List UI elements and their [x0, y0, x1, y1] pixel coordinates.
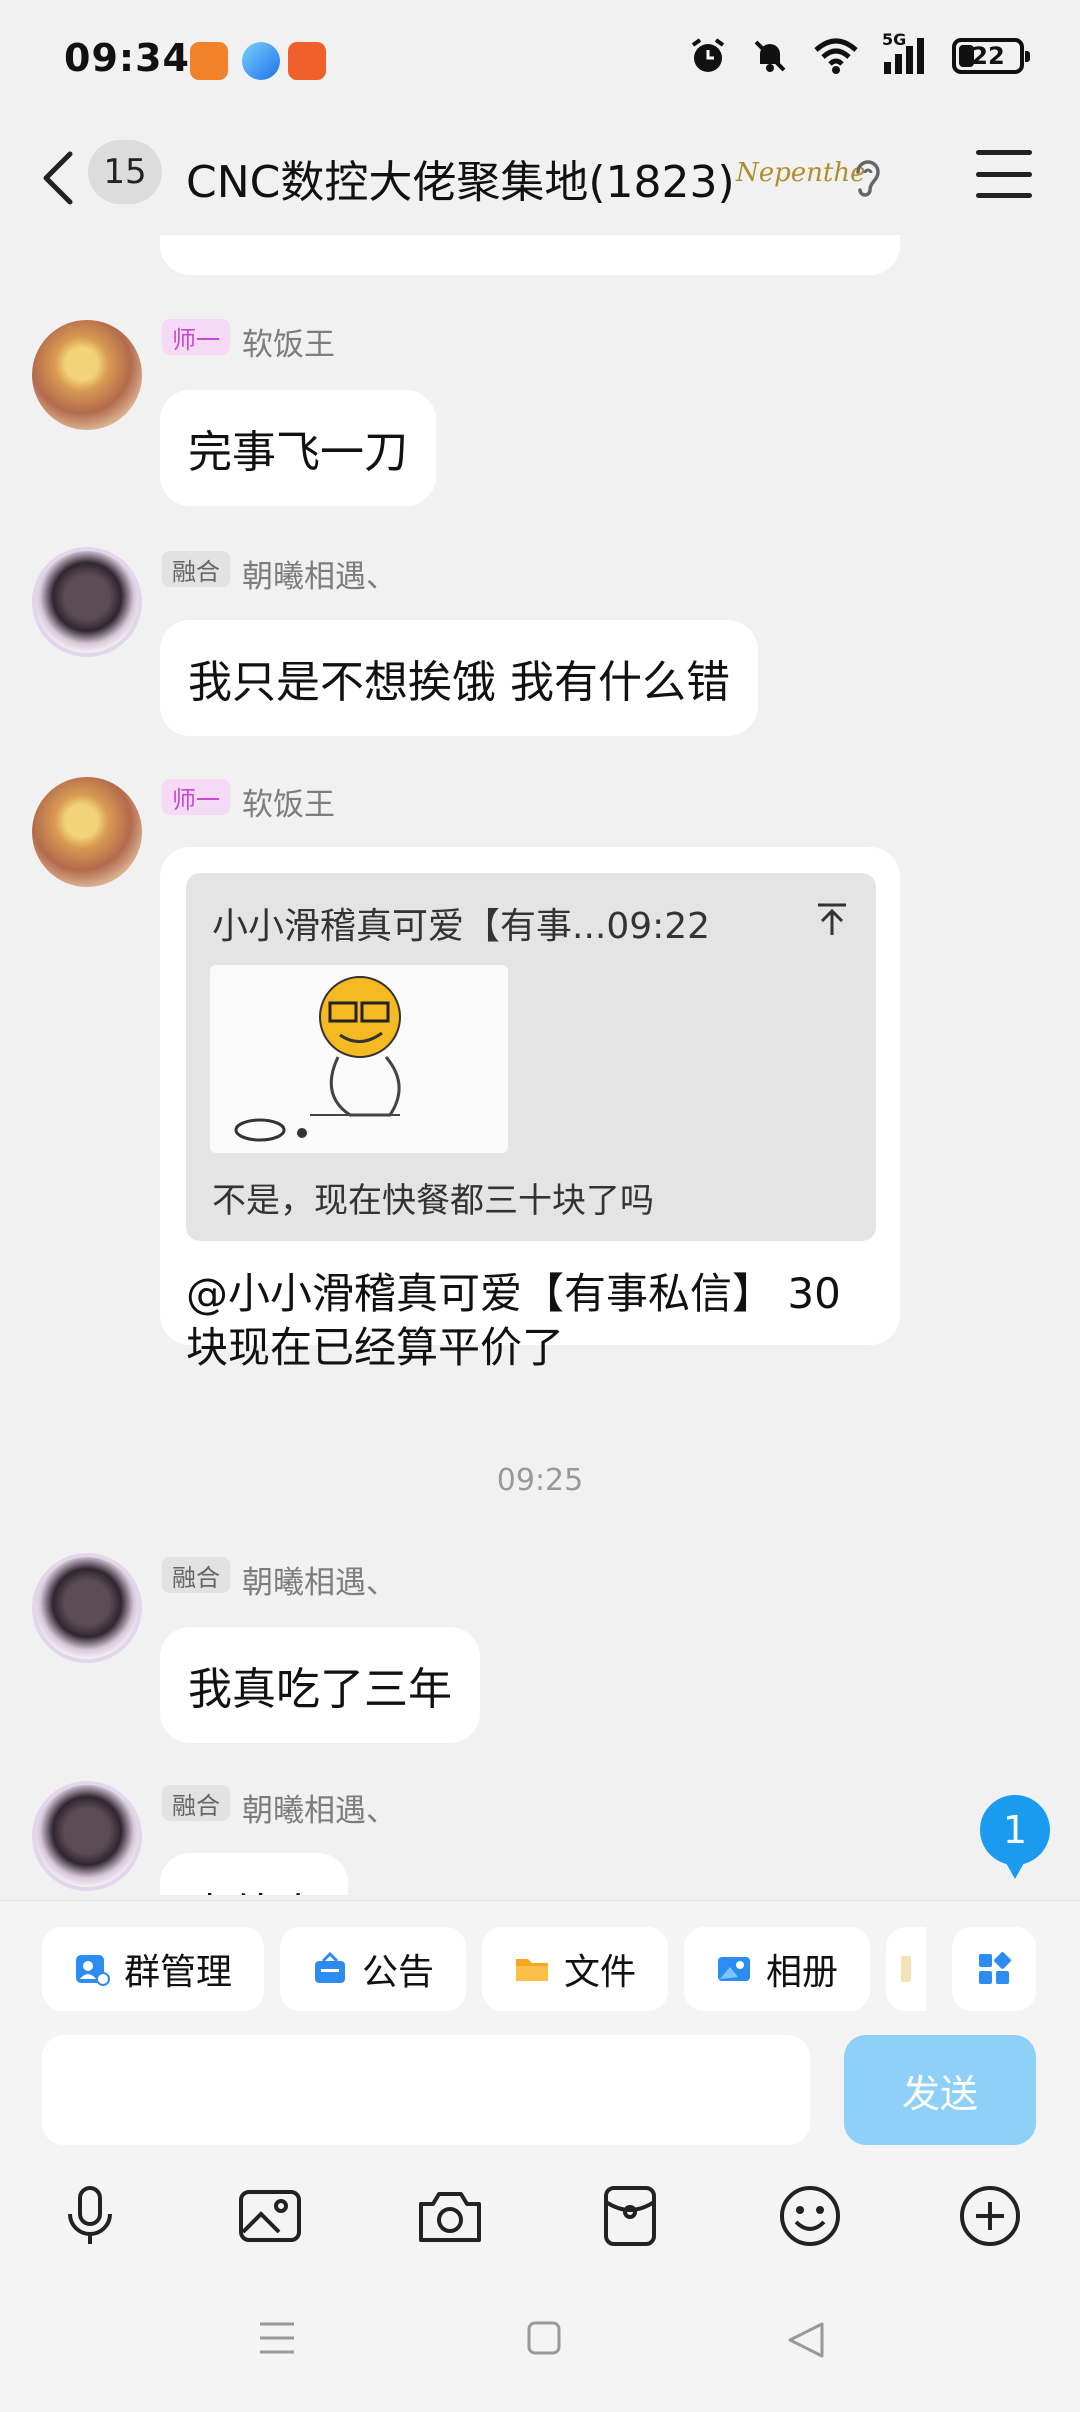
microphone-icon: [68, 2186, 112, 2244]
notification-app-icon: [242, 42, 280, 80]
notice-icon: [314, 1951, 345, 1983]
image-button[interactable]: [232, 2178, 308, 2254]
new-message-badge[interactable]: 1: [980, 1795, 1050, 1879]
partial-tool-icon: [901, 1956, 911, 1982]
image-icon: [239, 2190, 301, 2242]
status-bar: 09:34 5G 22: [0, 0, 1080, 120]
group-manage-label: 群管理: [123, 1952, 232, 1993]
mute-icon: [754, 40, 786, 72]
member-title-badge: 融合: [162, 1785, 230, 1821]
avatar[interactable]: [32, 320, 142, 430]
member-title-badge: 师一: [162, 319, 230, 355]
back-icon[interactable]: [38, 150, 78, 206]
apps-grid-icon: [979, 1952, 1011, 1984]
message-bubble[interactable]: 点外卖: [160, 1853, 348, 1895]
folder-icon: [515, 1959, 548, 1981]
camera-icon: [419, 2192, 481, 2242]
sender-name[interactable]: 朝曦相遇、: [242, 1785, 397, 1830]
member-title-badge: 师一: [162, 779, 230, 815]
sender-name[interactable]: 软饭王: [242, 779, 335, 824]
jump-to-original-icon[interactable]: [814, 901, 850, 937]
avatar[interactable]: [32, 547, 142, 657]
wifi-icon: [814, 38, 858, 74]
input-actions: [0, 2160, 1080, 2280]
album-button[interactable]: 相册: [684, 1927, 870, 2011]
message-bubble[interactable]: 我只是不想挨饿 我有什么错: [160, 620, 758, 736]
back-nav-icon[interactable]: [786, 2320, 826, 2360]
red-packet-icon: [604, 2186, 656, 2246]
quoted-sticker-image[interactable]: [210, 965, 508, 1153]
sender-name[interactable]: 朝曦相遇、: [242, 551, 397, 596]
composer: 发送: [0, 2035, 1080, 2160]
avatar[interactable]: [32, 1553, 142, 1663]
menu-icon[interactable]: [976, 150, 1032, 198]
message-text-line: 块现在已经算平价了: [186, 1323, 565, 1372]
message-list[interactable]: 师一 软饭王 完事飞一刀 融合 朝曦相遇、 我只是不想挨饿 我有什么错 师一 软…: [0, 235, 1080, 1895]
alarm-icon: [691, 38, 725, 72]
album-label: 相册: [765, 1952, 838, 1993]
group-toolbar: 群管理 公告 文件 相册: [0, 1900, 1080, 2035]
apps-button[interactable]: [952, 1927, 1036, 2011]
send-button[interactable]: 发送: [844, 2035, 1036, 2145]
plus-icon: [960, 2186, 1020, 2246]
battery-level: 22: [971, 42, 1005, 70]
sender-name[interactable]: 软饭王: [242, 319, 335, 364]
red-packet-button[interactable]: [592, 2178, 668, 2254]
unread-count-badge[interactable]: 15: [88, 140, 162, 204]
clock: 09:34: [64, 36, 190, 80]
notice-label: 公告: [361, 1952, 434, 1993]
recent-apps-icon[interactable]: [258, 2320, 296, 2356]
sender-name[interactable]: 朝曦相遇、: [242, 1557, 397, 1602]
group-manage-button[interactable]: 群管理: [42, 1927, 264, 2011]
home-icon[interactable]: [526, 2320, 562, 2356]
message-bubble-partial: [160, 235, 900, 275]
voice-button[interactable]: [52, 2178, 128, 2254]
member-title-badge: 融合: [162, 1557, 230, 1593]
message-bubble[interactable]: 完事飞一刀: [160, 390, 436, 506]
avatar[interactable]: [32, 777, 142, 887]
files-button[interactable]: 文件: [482, 1927, 668, 2011]
avatar[interactable]: [32, 1781, 142, 1891]
message-text-line: @小小滑稽真可爱【有事私信】 30: [186, 1269, 841, 1318]
chat-header: 15 CNC数控大佬聚集地(1823) Nepenthe: [0, 120, 1080, 235]
message-bubble[interactable]: 我真吃了三年: [160, 1627, 480, 1743]
notice-button[interactable]: 公告: [280, 1927, 466, 2011]
ear-icon[interactable]: [850, 156, 886, 202]
quoted-text: 不是，现在快餐都三十块了吗: [212, 1181, 654, 1221]
camera-button[interactable]: [412, 2178, 488, 2254]
group-manage-icon: [75, 1955, 110, 1986]
system-navigation-bar: [0, 2280, 1080, 2412]
more-tool-button[interactable]: [886, 1927, 926, 2011]
more-button[interactable]: [952, 2178, 1028, 2254]
message-text: @小小滑稽真可爱【有事私信】 30 块现在已经算平价了: [186, 1267, 841, 1375]
member-title-badge: 融合: [162, 551, 230, 587]
notification-app-icon: [190, 42, 228, 80]
quoted-header: 小小滑稽真可爱【有事...09:22: [212, 906, 711, 947]
group-decoration: Nepenthe: [736, 158, 866, 188]
signal-icon: 5G: [882, 30, 930, 76]
quoted-message[interactable]: 小小滑稽真可爱【有事...09:22 不是，现在快餐都三十块了吗: [186, 873, 876, 1241]
emoji-button[interactable]: [772, 2178, 848, 2254]
album-icon: [717, 1957, 750, 1981]
files-label: 文件: [563, 1952, 636, 1993]
group-title[interactable]: CNC数控大佬聚集地(1823): [186, 146, 735, 210]
message-input[interactable]: [42, 2035, 810, 2145]
notification-app-icon: [288, 42, 326, 80]
battery-icon: 22: [952, 38, 1030, 74]
emoji-icon: [780, 2186, 840, 2246]
timestamp: 09:25: [496, 1463, 584, 1498]
